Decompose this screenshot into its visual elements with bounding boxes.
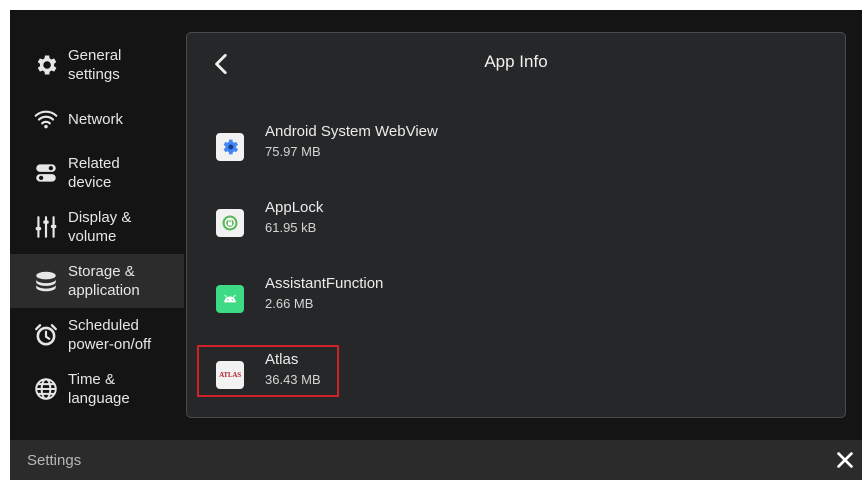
globe-icon	[32, 375, 60, 403]
sidebar-item-label: Display & volume	[68, 209, 132, 245]
app-row-applock[interactable]: AppLock 61.95 kB	[197, 193, 827, 253]
bottom-bar: Settings	[10, 440, 862, 480]
settings-screen: General settings Network Related device …	[10, 10, 862, 480]
alarm-clock-icon	[32, 321, 60, 349]
storage-stack-icon	[32, 267, 60, 295]
sliders-icon	[32, 213, 60, 241]
sidebar-item-display-volume[interactable]: Display & volume	[10, 200, 184, 254]
toggle-switches-icon	[32, 159, 60, 187]
sidebar-item-storage-application[interactable]: Storage & application	[10, 254, 184, 308]
gear-icon	[32, 51, 60, 79]
close-icon	[837, 452, 853, 468]
sidebar-item-general-settings[interactable]: General settings	[10, 38, 184, 92]
app-name: AppLock	[265, 199, 324, 216]
sidebar-item-label: Related device	[68, 155, 120, 191]
sidebar-item-label: Network	[68, 110, 124, 128]
sidebar-item-related-device[interactable]: Related device	[10, 146, 184, 200]
sidebar-item-network[interactable]: Network	[10, 92, 184, 146]
webview-gear-icon	[216, 133, 244, 161]
app-info-panel: App Info Android System WebView 75.97 MB…	[186, 32, 846, 418]
app-name: Android System WebView	[265, 123, 438, 140]
wifi-icon	[32, 105, 60, 133]
page-title: App Info	[484, 52, 548, 71]
applock-icon	[216, 209, 244, 237]
sidebar-item-label: General settings	[68, 47, 122, 83]
selection-highlight	[197, 345, 339, 397]
app-row-android-system-webview[interactable]: Android System WebView 75.97 MB	[197, 117, 827, 177]
app-name: AssistantFunction	[265, 275, 384, 292]
app-size: 61.95 kB	[265, 220, 317, 235]
app-size: 75.97 MB	[265, 144, 321, 159]
close-button[interactable]	[834, 449, 856, 471]
app-row-atlas[interactable]: ATLAS Atlas 36.43 MB	[197, 345, 827, 405]
android-icon	[216, 285, 244, 313]
sidebar-item-label: Storage & application	[68, 263, 140, 299]
sidebar-item-label: Time & language	[68, 371, 130, 407]
bottom-bar-title: Settings	[27, 452, 82, 469]
app-row-assistantfunction[interactable]: AssistantFunction 2.66 MB	[197, 269, 827, 329]
settings-sidebar: General settings Network Related device …	[10, 38, 184, 416]
sidebar-item-label: Scheduled power-on/off	[68, 317, 152, 353]
sidebar-item-scheduled-power[interactable]: Scheduled power-on/off	[10, 308, 184, 362]
app-size: 2.66 MB	[265, 296, 314, 311]
sidebar-item-time-language[interactable]: Time & language	[10, 362, 184, 416]
